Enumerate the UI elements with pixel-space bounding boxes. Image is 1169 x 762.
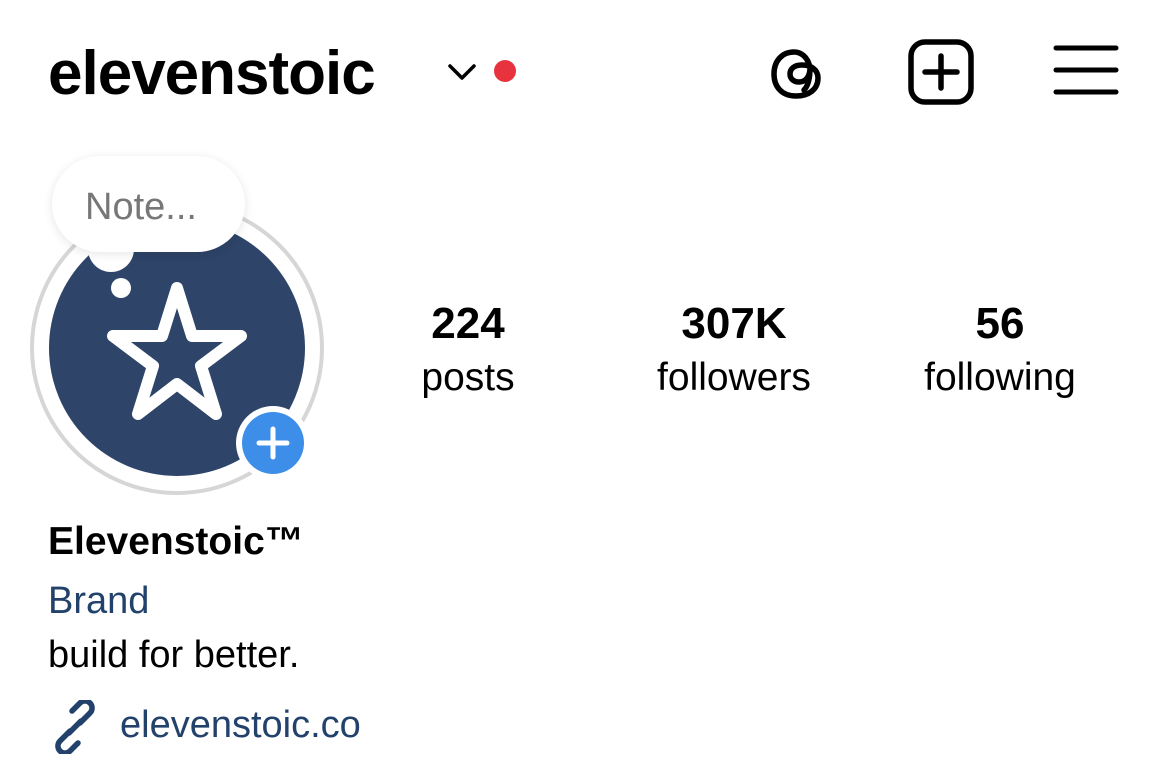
threads-icon[interactable] [764, 38, 832, 106]
posts-label[interactable]: posts [348, 352, 588, 404]
plus-circle-icon[interactable] [242, 412, 304, 474]
following-count[interactable]: 56 [880, 296, 1120, 352]
hamburger-menu-icon[interactable] [1052, 38, 1120, 106]
followers-count[interactable]: 307K [614, 296, 854, 352]
posts-count[interactable]: 224 [348, 296, 588, 352]
profile-username[interactable]: elevenstoic [48, 34, 376, 114]
note-placeholder[interactable]: Note... [85, 184, 197, 230]
link-icon[interactable] [48, 698, 102, 756]
followers-label[interactable]: followers [614, 352, 854, 404]
plus-square-icon[interactable] [907, 38, 975, 106]
bio-text: build for better. [48, 634, 300, 676]
note-bubble-tail-small [111, 278, 131, 298]
chevron-down-icon[interactable] [446, 60, 478, 84]
website-link[interactable]: elevenstoic.co [120, 700, 361, 750]
profile-category: Brand [48, 580, 150, 622]
display-name: Elevenstoic™ [48, 520, 304, 563]
following-label[interactable]: following [880, 352, 1120, 404]
notification-dot [494, 60, 516, 82]
